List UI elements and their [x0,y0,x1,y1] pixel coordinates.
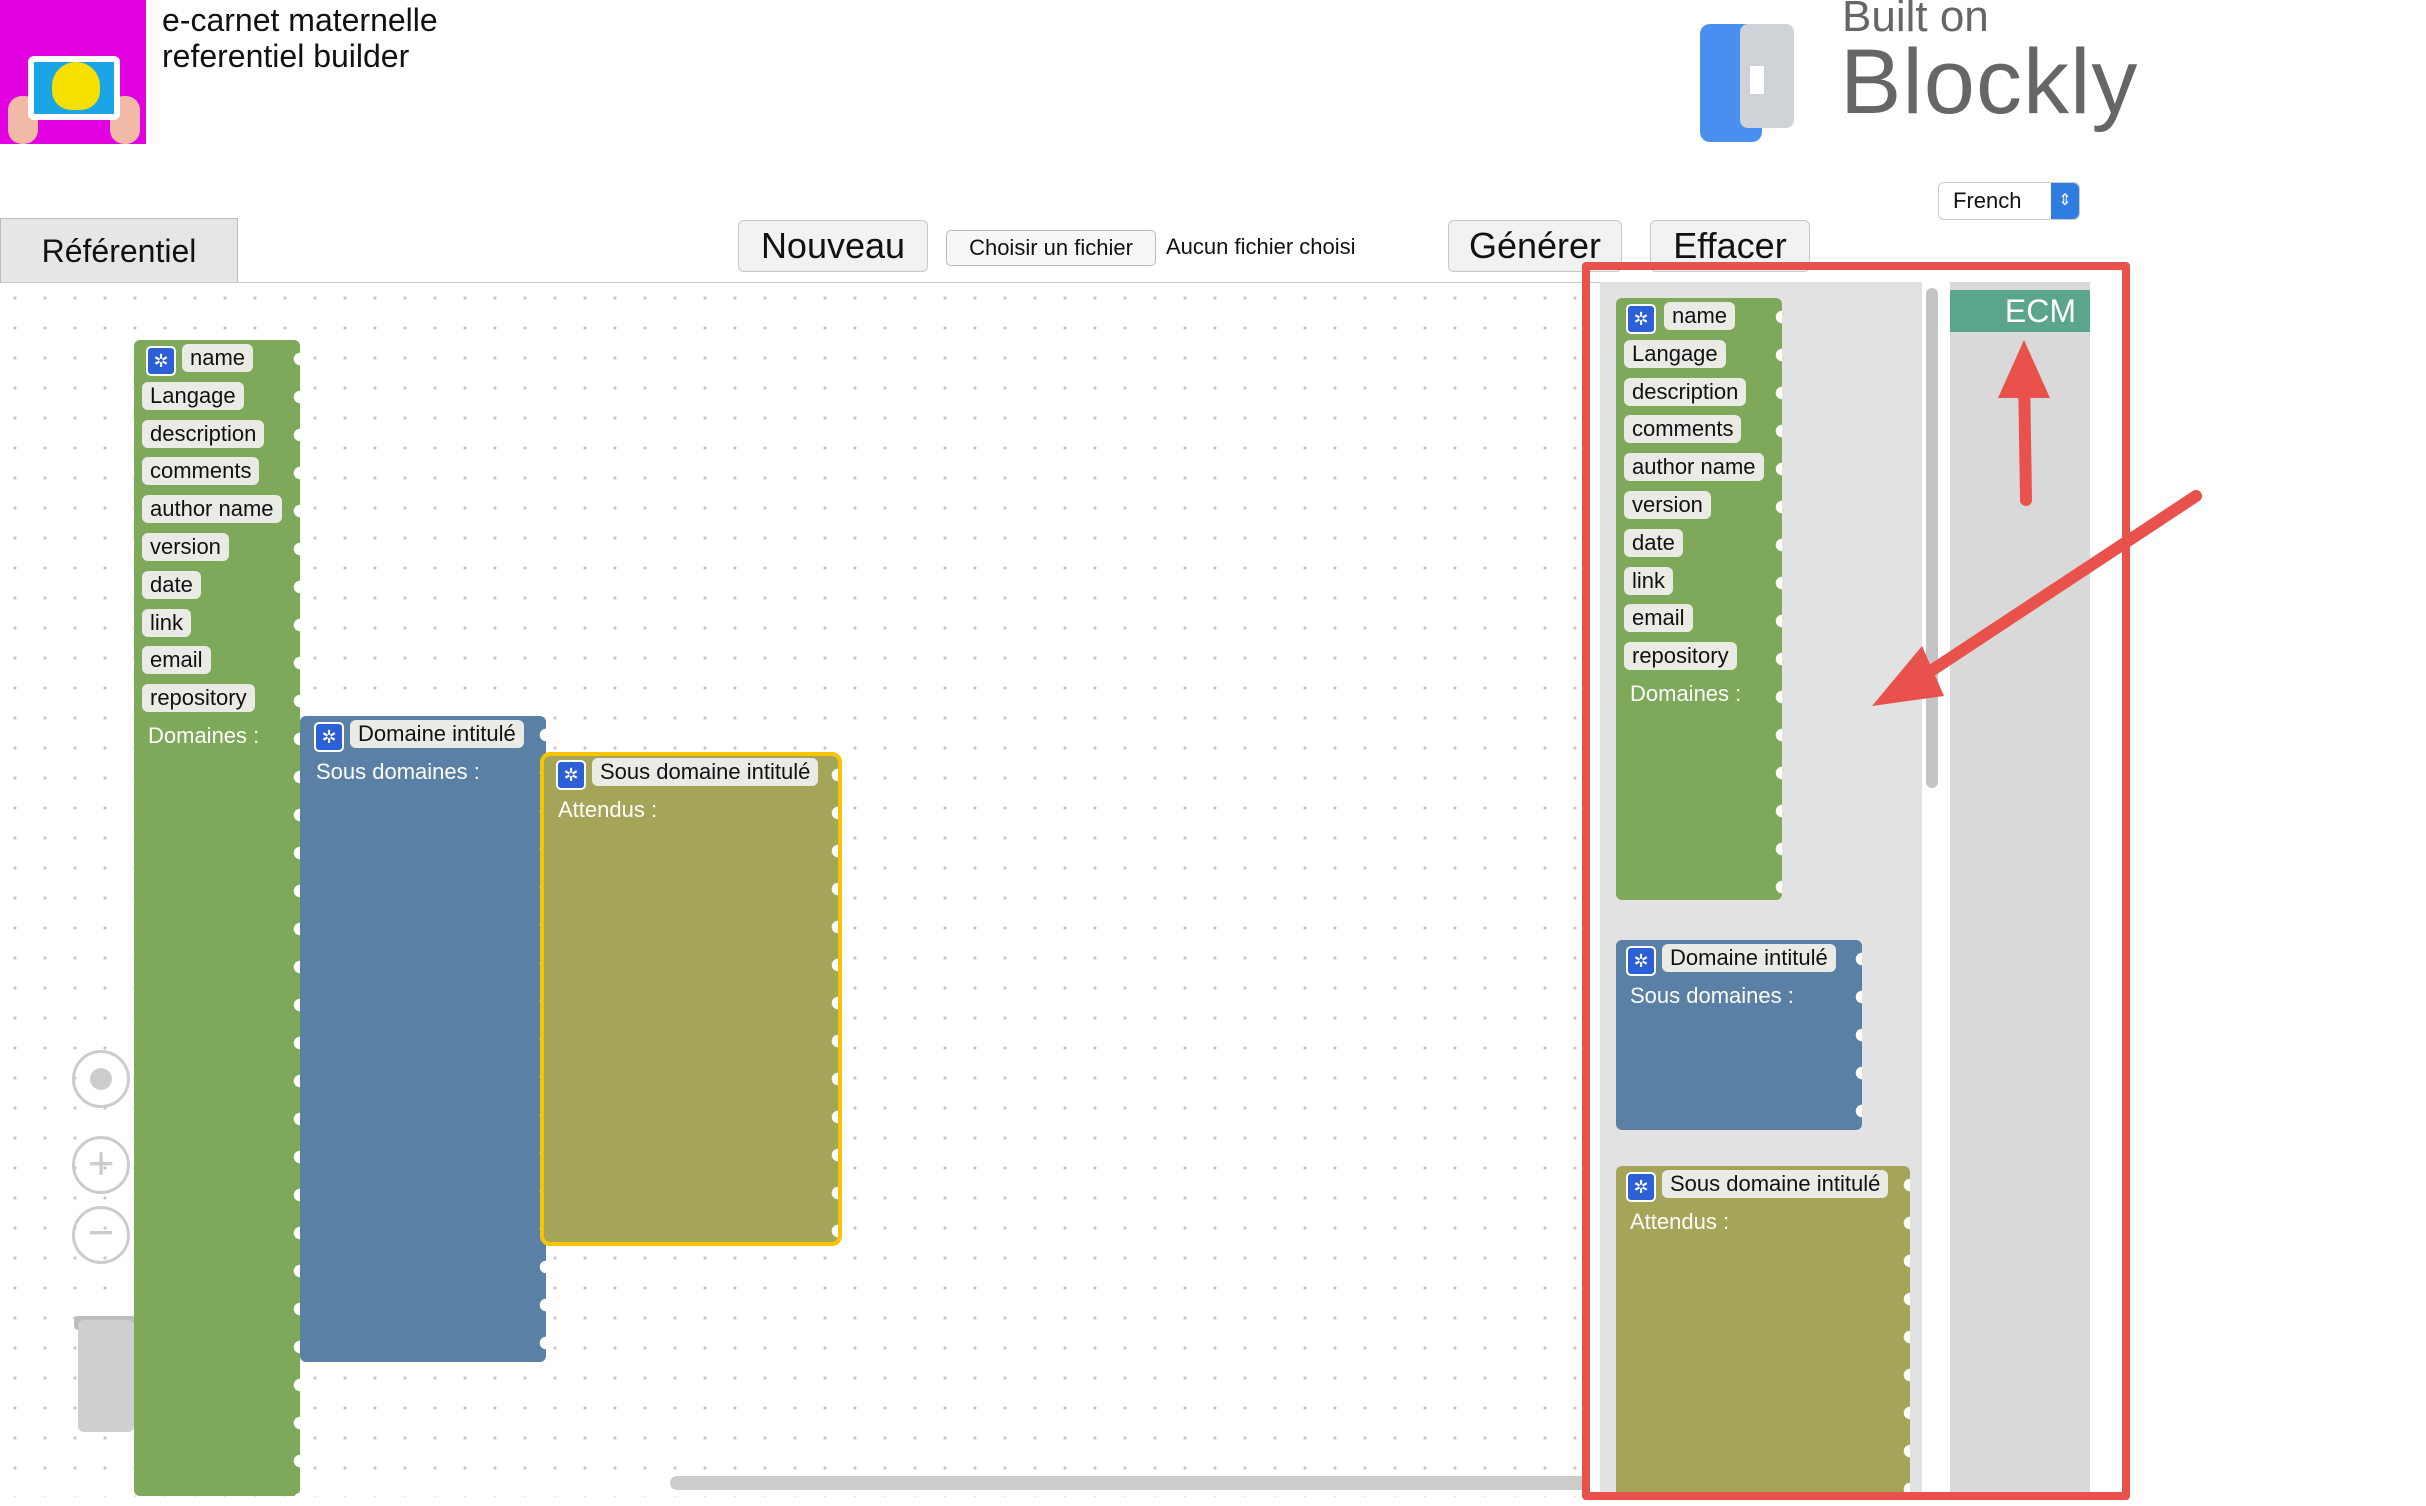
annotation-arrows [1872,340,2202,706]
annotation-arrowhead-up [1998,340,2050,398]
annotation-arrow-diagonal [1896,490,2202,696]
annotation-arrowhead-diagonal [1872,646,1944,706]
